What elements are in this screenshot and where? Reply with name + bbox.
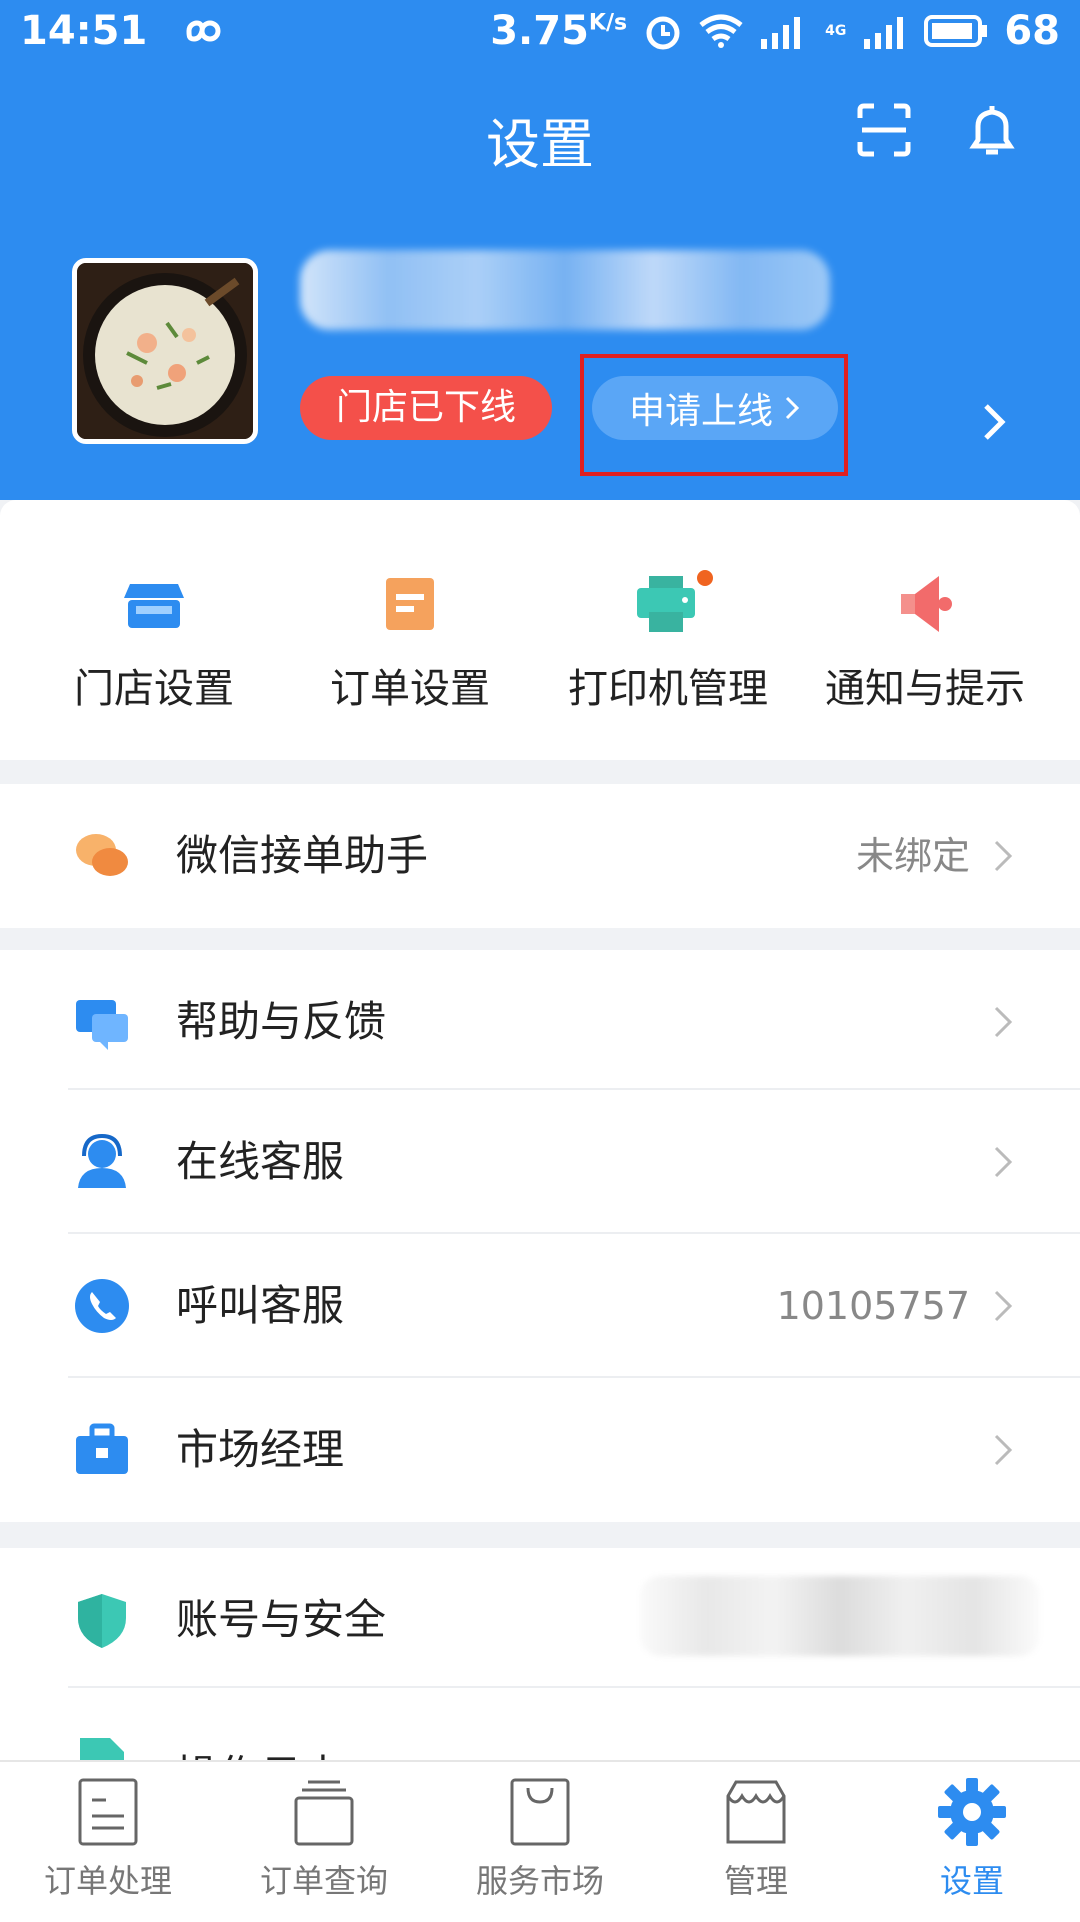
menu-row-market-manager[interactable]: 市场经理 [0, 1378, 1080, 1522]
feedback-chat-icon [76, 1000, 128, 1050]
battery-icon [924, 15, 988, 47]
net-speed: 3.75K/s [490, 8, 628, 54]
status-bar: 14:51 3.75K/s 4G 68 [0, 0, 1080, 70]
customer-service-icon [78, 1133, 126, 1188]
order-query-icon [294, 1780, 354, 1846]
store-status-badge: 门店已下线 [300, 376, 552, 440]
wechat-bind-status: 未绑定 [855, 834, 970, 878]
printer-icon [637, 570, 713, 632]
tab-order-process[interactable]: 订单处理 [0, 1776, 216, 1902]
page-title: 设置 [486, 113, 594, 176]
tab-settings[interactable]: 设置 [864, 1776, 1080, 1902]
log-doc-icon [80, 1738, 124, 1760]
briefcase-icon [76, 1423, 128, 1474]
store-avatar[interactable] [72, 258, 258, 444]
menu-row-online-service[interactable]: 在线客服 [0, 1090, 1080, 1234]
order-process-icon [78, 1778, 138, 1846]
chevron-right-icon [994, 1006, 1013, 1038]
profile-chevron-icon[interactable] [980, 400, 1010, 444]
settings-gear-icon [938, 1778, 1006, 1846]
chevron-right-icon [994, 1146, 1013, 1178]
shield-icon [78, 1594, 126, 1648]
store-icon [124, 584, 184, 628]
signal-icon [761, 17, 801, 49]
menu-row-operation-log[interactable]: 操作日志 [0, 1688, 1080, 1760]
menu-row-call-service[interactable]: 呼叫客服 10105757 [0, 1234, 1080, 1378]
menu-row-wechat-assistant[interactable]: 微信接单助手 未绑定 [0, 784, 1080, 928]
apply-online-label: 申请上线 [628, 391, 773, 432]
infinity-icon [186, 20, 221, 42]
alarm-icon [646, 16, 680, 50]
scan-icon[interactable] [854, 100, 914, 160]
store-name-blurred [300, 250, 830, 330]
order-doc-icon [386, 578, 434, 630]
shortcut-order-settings[interactable]: 订单设置 [300, 570, 520, 714]
battery-level: 68 [1004, 8, 1060, 54]
service-phone-number: 10105757 [776, 1284, 970, 1328]
shortcut-grid: 门店设置 订单设置 打印机管理 通知与提示 [0, 500, 1080, 760]
signal-icon-2 [864, 17, 904, 49]
speaker-icon [901, 576, 952, 632]
wifi-icon [699, 14, 743, 48]
apply-online-button[interactable]: 申请上线 [592, 376, 838, 440]
account-blurred-value [640, 1576, 1040, 1656]
shortcut-notifications[interactable]: 通知与提示 [815, 570, 1035, 714]
bottom-tab-bar: 订单处理 订单查询 服务市场 管理 设置 [0, 1760, 1080, 1922]
tab-manage[interactable]: 管理 [648, 1776, 864, 1902]
header: 设置 门店已下线 申请上线 [0, 70, 1080, 500]
signal-gen: 4G [825, 23, 847, 39]
menu-row-account-security[interactable]: 账号与安全 [0, 1548, 1080, 1692]
chevron-right-icon [785, 396, 800, 420]
chevron-right-icon [994, 1434, 1013, 1466]
tab-order-query[interactable]: 订单查询 [216, 1776, 432, 1902]
shortcut-printer-management[interactable]: 打印机管理 [558, 570, 778, 714]
chevron-right-icon [994, 840, 1013, 872]
manage-icon [726, 1780, 786, 1844]
shortcut-store-settings[interactable]: 门店设置 [44, 570, 264, 714]
bell-icon[interactable] [962, 100, 1022, 160]
clock: 14:51 [20, 8, 148, 54]
service-market-icon [510, 1778, 570, 1846]
menu-row-help-feedback[interactable]: 帮助与反馈 [0, 950, 1080, 1094]
congee-bowl-image [77, 263, 253, 439]
tab-service-market[interactable]: 服务市场 [432, 1776, 648, 1902]
wechat-chat-icon [76, 834, 128, 876]
phone-icon [75, 1279, 129, 1333]
chevron-right-icon [994, 1290, 1013, 1322]
